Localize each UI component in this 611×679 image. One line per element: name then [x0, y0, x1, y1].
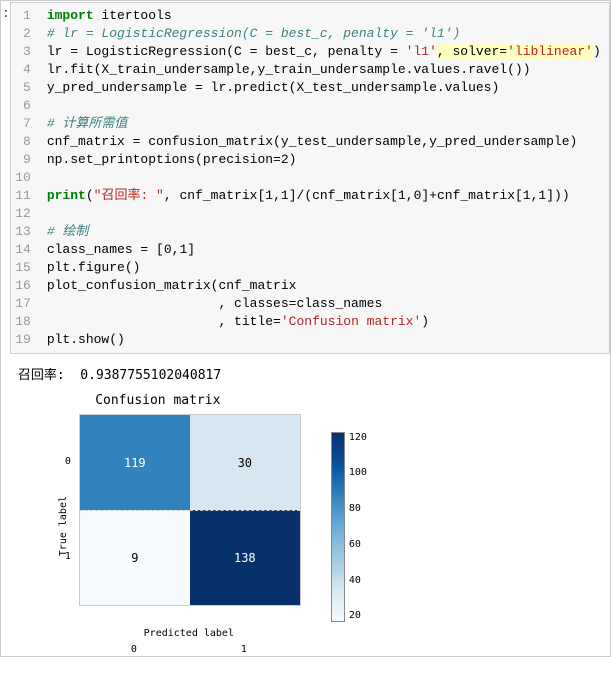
cell-prompt: : [2, 2, 10, 655]
y-tick-0: 0 [65, 456, 71, 467]
line-number: 9 [15, 151, 31, 169]
line-number: 19 [15, 331, 31, 349]
code-line[interactable]: class_names = [0,1] [47, 241, 601, 259]
recall-label: 召回率: [18, 368, 65, 383]
line-number: 8 [15, 133, 31, 151]
line-number-gutter: 12345678910111213141516171819 [11, 3, 39, 353]
cbar-tick: 120 [349, 432, 367, 443]
line-number: 11 [15, 187, 31, 205]
line-number: 14 [15, 241, 31, 259]
cell-0-1: 30 [190, 415, 300, 510]
x-tick-0: 0 [131, 644, 137, 655]
line-number: 18 [15, 313, 31, 331]
code-line[interactable]: plt.show() [47, 331, 601, 349]
x-tick-1: 1 [241, 644, 247, 655]
code-line[interactable]: print("召回率: ", cnf_matrix[1,1]/(cnf_matr… [47, 187, 601, 205]
cbar-tick: 100 [349, 467, 367, 478]
cbar-tick: 20 [349, 610, 367, 621]
code-line[interactable]: y_pred_undersample = lr.predict(X_test_u… [47, 79, 601, 97]
code-line[interactable]: import itertools [47, 7, 601, 25]
code-line[interactable] [47, 97, 601, 115]
code-editor[interactable]: import itertools# lr = LogisticRegressio… [39, 3, 609, 353]
heatmap-matrix: 119 30 9 138 0 1 0 1 Predicted label [79, 414, 301, 639]
colorbar: 120 100 80 60 40 20 [331, 432, 367, 622]
line-number: 6 [15, 97, 31, 115]
line-number: 16 [15, 277, 31, 295]
cell-1-0: 9 [80, 510, 190, 605]
line-number: 15 [15, 259, 31, 277]
line-number: 3 [15, 43, 31, 61]
line-number: 5 [15, 79, 31, 97]
code-line[interactable]: # 计算所需值 [47, 115, 601, 133]
code-cell[interactable]: 12345678910111213141516171819 import ite… [10, 2, 610, 354]
cell-1-1: 138 [190, 510, 300, 605]
recall-value: 0.9387755102040817 [80, 368, 221, 383]
code-line[interactable]: lr.fit(X_train_undersample,y_train_under… [47, 61, 601, 79]
line-number: 1 [15, 7, 31, 25]
output-text: 召回率: 0.9387755102040817 [18, 364, 602, 383]
code-line[interactable]: # 绘制 [47, 223, 601, 241]
code-line[interactable]: # lr = LogisticRegression(C = best_c, pe… [47, 25, 601, 43]
y-axis-label: True label [58, 496, 69, 556]
line-number: 10 [15, 169, 31, 187]
colorbar-ticks: 120 100 80 60 40 20 [349, 432, 367, 622]
cbar-tick: 60 [349, 539, 367, 550]
line-number: 4 [15, 61, 31, 79]
cbar-tick: 80 [349, 503, 367, 514]
line-number: 12 [15, 205, 31, 223]
confusion-matrix-chart: Confusion matrix True label 119 30 9 138… [18, 393, 602, 647]
y-tick-1: 1 [65, 551, 71, 562]
line-number: 7 [15, 115, 31, 133]
code-line[interactable] [47, 205, 601, 223]
code-line[interactable]: cnf_matrix = confusion_matrix(y_test_und… [47, 133, 601, 151]
x-axis-label: Predicted label [79, 628, 299, 639]
chart-title: Confusion matrix [18, 393, 298, 408]
cbar-tick: 40 [349, 575, 367, 586]
code-line[interactable]: lr = LogisticRegression(C = best_c, pena… [47, 43, 601, 61]
code-line[interactable]: , title='Confusion matrix') [47, 313, 601, 331]
line-number: 17 [15, 295, 31, 313]
code-line[interactable] [47, 169, 601, 187]
code-line[interactable]: np.set_printoptions(precision=2) [47, 151, 601, 169]
colorbar-gradient [331, 432, 345, 622]
line-number: 2 [15, 25, 31, 43]
cell-0-0: 119 [80, 415, 190, 510]
code-line[interactable]: plot_confusion_matrix(cnf_matrix [47, 277, 601, 295]
code-line[interactable]: plt.figure() [47, 259, 601, 277]
code-line[interactable]: , classes=class_names [47, 295, 601, 313]
output-area: 召回率: 0.9387755102040817 Confusion matrix… [10, 354, 610, 655]
line-number: 13 [15, 223, 31, 241]
